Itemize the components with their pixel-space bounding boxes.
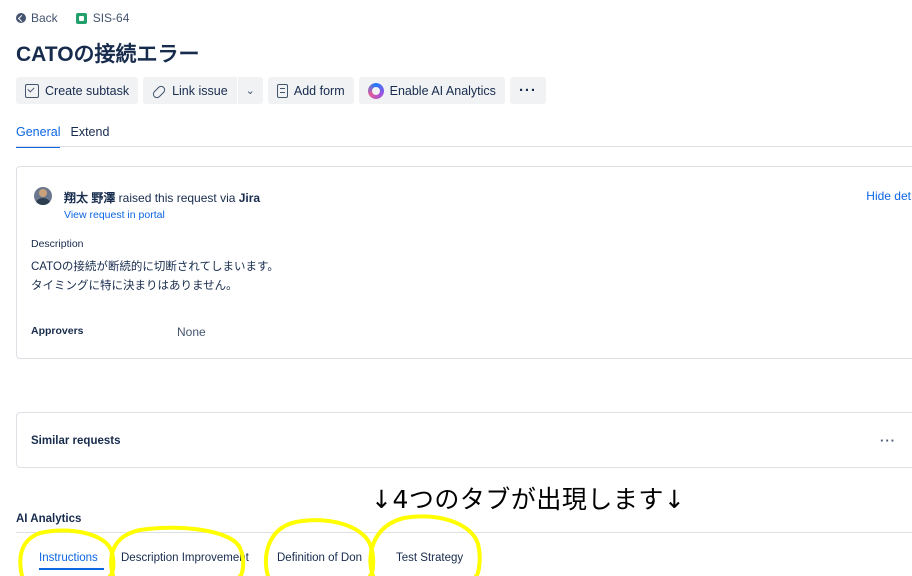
approvers-label: Approvers [31, 325, 84, 337]
request-card: 翔太 野澤 raised this request via Jira View … [16, 166, 912, 359]
description-line: タイミングに特に決まりはありません。 [31, 280, 238, 292]
back-link[interactable]: Back [16, 11, 58, 25]
add-form-button[interactable]: Add form [267, 77, 354, 104]
active-tab-indicator [39, 568, 104, 570]
create-subtask-label: Create subtask [45, 83, 130, 98]
highlight-circle [368, 514, 482, 576]
issue-toolbar: Create subtask Link issue ⌄ Add form Ena… [16, 77, 546, 104]
description-label: Description [31, 238, 84, 250]
back-label: Back [31, 11, 58, 25]
enable-ai-analytics-button[interactable]: Enable AI Analytics [358, 77, 505, 104]
description-line: CATOの接続が断続的に切断されてしまいます。 [31, 261, 279, 273]
similar-more-button[interactable]: ··· [880, 433, 896, 448]
issue-breadcrumb[interactable]: SIS-64 [75, 11, 130, 25]
link-icon [151, 84, 167, 100]
ai-analytics-title: AI Analytics [16, 513, 82, 525]
more-actions-button[interactable]: ··· [509, 77, 546, 104]
back-arrow-icon [16, 13, 26, 23]
reporter-name[interactable]: 翔太 野澤 [64, 191, 115, 205]
annotation-text: ↓4つのタブが出現します↓ [371, 485, 686, 514]
issue-key: SIS-64 [92, 11, 130, 25]
link-issue-label: Link issue [172, 83, 228, 98]
chevron-down-icon: ⌄ [245, 85, 255, 97]
subtask-icon [25, 83, 39, 98]
ai-tab-definition-of-done[interactable]: Definition of Don [277, 552, 362, 564]
link-issue-button[interactable]: Link issue [143, 77, 237, 104]
channel-name: Jira [238, 191, 261, 205]
ai-analytics-divider [16, 532, 912, 533]
tabs-divider [16, 146, 912, 147]
ai-analytics-icon [367, 82, 384, 99]
ai-tab-instructions[interactable]: Instructions [39, 552, 98, 564]
similar-requests-panel: Similar requests ··· [16, 412, 912, 468]
link-issue-group: Link issue ⌄ [143, 77, 263, 104]
issue-tabs: General Extend [16, 125, 109, 148]
top-nav: Back SIS-64 [16, 11, 129, 25]
ai-tab-description-improvement[interactable]: Description Improvement [121, 552, 249, 564]
add-form-label: Add form [293, 83, 345, 98]
view-in-portal-link[interactable]: View request in portal [64, 209, 165, 221]
create-subtask-button[interactable]: Create subtask [16, 77, 139, 104]
enable-ai-label: Enable AI Analytics [389, 83, 496, 98]
ai-tab-test-strategy[interactable]: Test Strategy [396, 552, 463, 564]
approvers-value: None [177, 325, 206, 339]
raised-text: raised this request via [115, 191, 239, 205]
hide-details-link[interactable]: Hide det [866, 189, 911, 203]
highlight-circle [263, 518, 376, 576]
tab-extend[interactable]: Extend [70, 125, 109, 148]
raised-by-text: 翔太 野澤 raised this request via Jira [64, 189, 260, 206]
form-icon [276, 83, 288, 98]
link-issue-dropdown-button[interactable]: ⌄ [237, 77, 263, 104]
similar-requests-title: Similar requests [31, 435, 121, 447]
avatar[interactable] [34, 187, 52, 205]
issue-title[interactable]: CATOの接続エラー [16, 38, 200, 68]
more-icon: ··· [518, 82, 537, 99]
tab-general[interactable]: General [16, 125, 61, 148]
issue-type-icon [75, 12, 87, 24]
